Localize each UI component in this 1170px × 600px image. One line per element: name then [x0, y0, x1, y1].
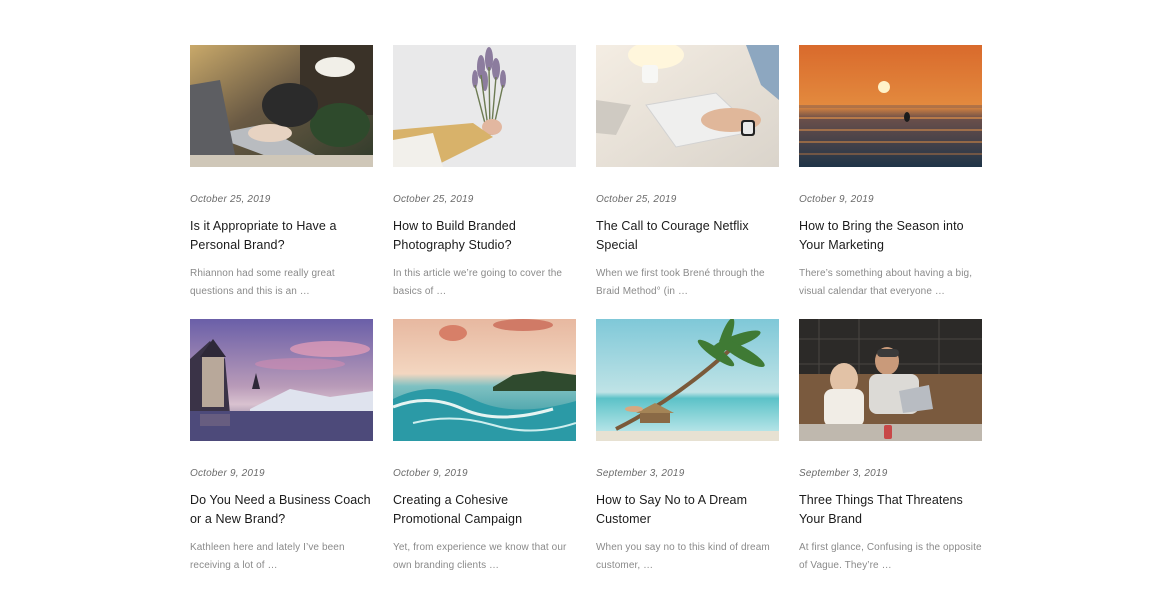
post-date: October 9, 2019: [799, 194, 874, 205]
post-excerpt: In this article we’re going to cover the…: [393, 268, 563, 297]
post-thumbnail-ocean-sunset[interactable]: [799, 45, 982, 167]
post-title[interactable]: How to Bring the Season into Your Market…: [799, 217, 982, 255]
post-title[interactable]: How to Build Branded Photography Studio?: [393, 217, 576, 255]
post-card[interactable]: October 9, 2019 How to Bring the Season …: [799, 45, 982, 319]
post-excerpt: There’s something about having a big, vi…: [799, 268, 973, 297]
post-thumbnail-couple-laptop[interactable]: [799, 319, 982, 441]
post-card[interactable]: September 3, 2019 How to Say No to A Dre…: [596, 319, 779, 593]
post-title[interactable]: Is it Appropriate to Have a Personal Bra…: [190, 217, 373, 255]
post-excerpt: Kathleen here and lately I’ve been recei…: [190, 542, 345, 571]
blog-post-grid: October 25, 2019 Is it Appropriate to Ha…: [190, 45, 982, 593]
post-thumbnail-lavender-bouquet[interactable]: [393, 45, 576, 167]
post-title[interactable]: Creating a Cohesive Promotional Campaign: [393, 491, 576, 529]
post-card[interactable]: October 9, 2019 Creating a Cohesive Prom…: [393, 319, 576, 593]
post-title[interactable]: Do You Need a Business Coach or a New Br…: [190, 491, 373, 529]
ocean-sunset-image: [799, 45, 982, 167]
post-date: October 9, 2019: [393, 468, 468, 479]
post-date: October 9, 2019: [190, 468, 265, 479]
lavender-bouquet-image: [393, 45, 576, 167]
post-date: September 3, 2019: [799, 468, 888, 479]
post-card[interactable]: October 25, 2019 Is it Appropriate to Ha…: [190, 45, 373, 319]
post-date: October 25, 2019: [393, 194, 474, 205]
keyboard-desk-image: [596, 45, 779, 167]
post-date: October 25, 2019: [596, 194, 677, 205]
post-card[interactable]: October 25, 2019 The Call to Courage Net…: [596, 45, 779, 319]
post-excerpt: At first glance, Confusing is the opposi…: [799, 542, 982, 571]
couple-laptop-image: [799, 319, 982, 441]
post-card[interactable]: September 3, 2019 Three Things That Thre…: [799, 319, 982, 593]
post-thumbnail-ocean-wave[interactable]: [393, 319, 576, 441]
lake-castle-image: [190, 319, 373, 441]
post-title[interactable]: The Call to Courage Netflix Special: [596, 217, 779, 255]
palm-beach-image: [596, 319, 779, 441]
post-thumbnail-palm-beach[interactable]: [596, 319, 779, 441]
post-excerpt: When we first took Brené through the Bra…: [596, 268, 765, 297]
laptop-typing-image: [190, 45, 373, 167]
post-excerpt: Yet, from experience we know that our ow…: [393, 542, 567, 571]
post-thumbnail-keyboard-desk[interactable]: [596, 45, 779, 167]
post-date: September 3, 2019: [596, 468, 685, 479]
post-card[interactable]: October 25, 2019 How to Build Branded Ph…: [393, 45, 576, 319]
ocean-wave-image: [393, 319, 576, 441]
post-thumbnail-lake-castle[interactable]: [190, 319, 373, 441]
post-title[interactable]: How to Say No to A Dream Customer: [596, 491, 779, 529]
post-date: October 25, 2019: [190, 194, 271, 205]
post-title[interactable]: Three Things That Threatens Your Brand: [799, 491, 982, 529]
post-thumbnail-laptop-typing[interactable]: [190, 45, 373, 167]
post-excerpt: Rhiannon had some really great questions…: [190, 268, 335, 297]
post-card[interactable]: October 9, 2019 Do You Need a Business C…: [190, 319, 373, 593]
post-excerpt: When you say no to this kind of dream cu…: [596, 542, 770, 571]
